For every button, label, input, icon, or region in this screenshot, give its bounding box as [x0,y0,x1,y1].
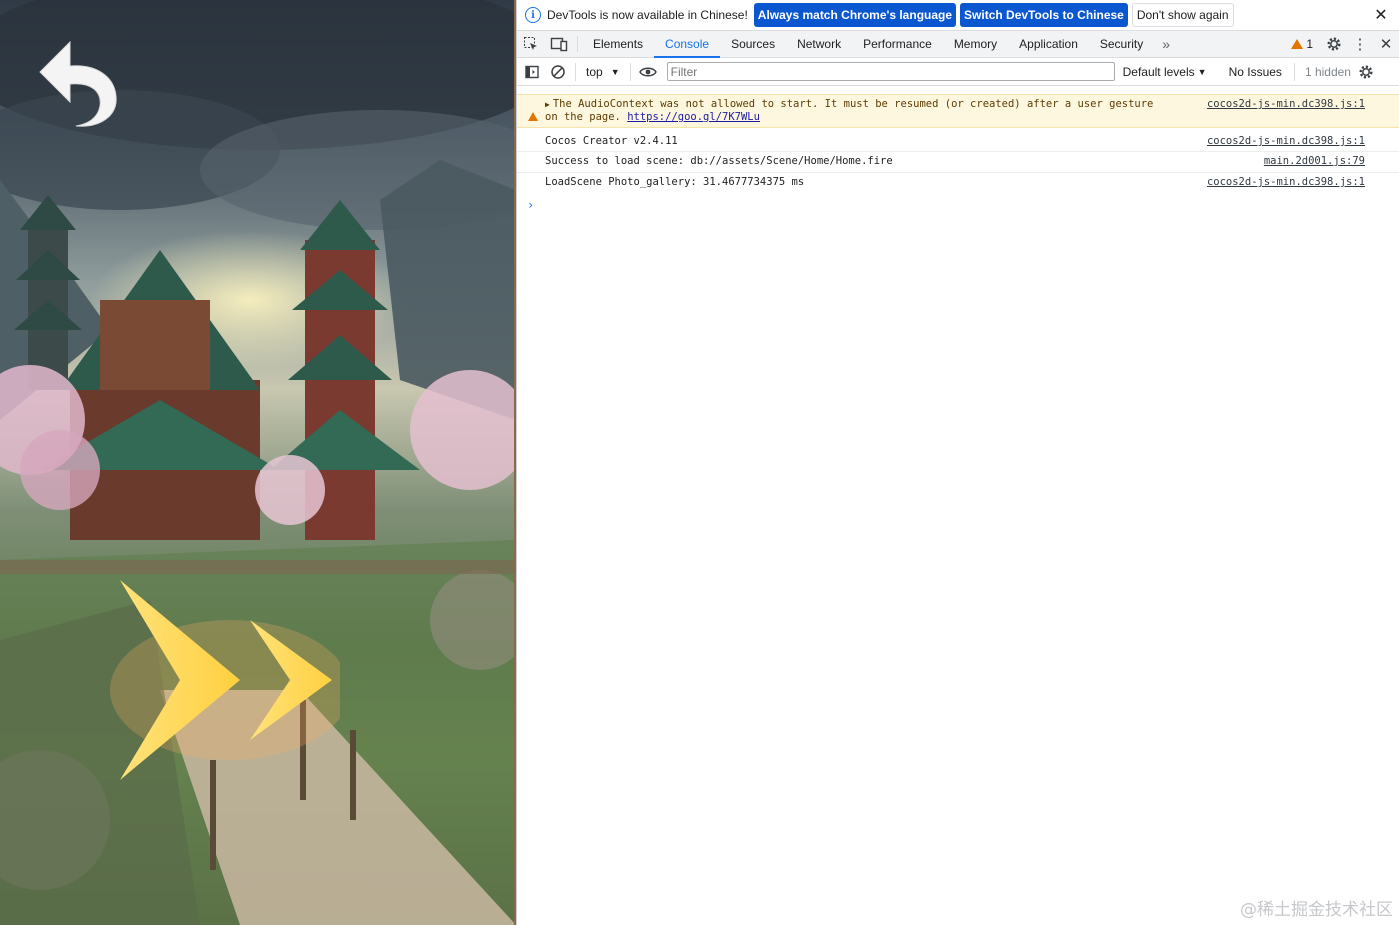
tab-network[interactable]: Network [786,31,852,57]
context-label: top [586,64,603,79]
tab-divider [577,36,578,52]
toolbar-divider [575,62,576,81]
message-source-link[interactable]: cocos2d-js-min.dc398.js:1 [1207,98,1391,124]
expand-triangle-icon[interactable]: ▶ [545,100,550,109]
message-source-link[interactable]: cocos2d-js-min.dc398.js:1 [1207,176,1391,191]
message-text: Success to load scene: db://assets/Scene… [545,155,893,167]
warning-count-badge[interactable]: 1 [1283,37,1321,51]
tab-sources[interactable]: Sources [720,31,786,57]
hidden-count: 1 hidden [1304,64,1351,79]
context-selector[interactable]: top ▼ [580,65,626,79]
console-message[interactable]: LoadScene Photo_gallery: 31.4677734375 m… [517,173,1399,194]
dont-show-again-button[interactable]: Don't show again [1131,3,1234,27]
console-message-warning[interactable]: ▶ The AudioContext was not allowed to sta… [517,94,1399,128]
log-levels-dropdown[interactable]: Default levels ▼ [1123,65,1207,79]
tab-elements[interactable]: Elements [582,31,654,57]
message-source-link[interactable]: main.2d001.js:79 [1264,155,1391,169]
device-toolbar-icon[interactable] [545,31,573,57]
message-text: LoadScene Photo_gallery: 31.4677734375 m… [545,176,805,188]
tab-list: Elements Console Sources Network Performance… [582,31,1154,58]
sidebar-toggle-icon[interactable] [519,59,545,85]
close-icon[interactable]: ✕ [1371,5,1391,25]
console-message[interactable]: Cocos Creator v2.4.11 cocos2d-js-min.dc3… [517,128,1399,152]
console-prompt[interactable]: › [517,194,1399,216]
message-text: Cocos Creator v2.4.11 [545,135,678,147]
console-settings-gear-icon[interactable] [1357,59,1375,85]
switch-to-chinese-button[interactable]: Switch DevTools to Chinese [960,3,1128,27]
more-tabs-icon[interactable]: » [1154,31,1178,57]
language-infobar: i DevTools is now available in Chinese! … [517,0,1399,31]
tab-memory[interactable]: Memory [943,31,1008,57]
message-link[interactable]: https://goo.gl/7K7WLu [627,111,760,123]
customize-menu-icon[interactable]: ⋮ [1347,35,1373,53]
double-chevron-right-icon[interactable] [110,580,340,780]
caret-down-icon: ▼ [610,66,620,77]
issues-button[interactable]: No Issues [1229,62,1295,81]
tab-security[interactable]: Security [1089,31,1154,57]
console-toolbar: top ▼ Default levels ▼ No Issues 1 hidde… [517,58,1399,86]
panel-tabbar: Elements Console Sources Network Performance… [517,31,1399,58]
scenery-illustration [0,0,516,925]
infobar-message: DevTools is now available in Chinese! [547,8,748,22]
tab-console[interactable]: Console [654,31,721,58]
message-text: ▶ The AudioContext was not allowed to sta… [545,98,1154,123]
tab-performance[interactable]: Performance [852,31,943,57]
warning-icon [1291,39,1304,49]
devtools-panel: i DevTools is now available in Chinese! … [516,0,1399,925]
toolbar-divider [629,62,631,81]
warning-icon [528,100,541,121]
eye-icon[interactable] [635,59,661,85]
undo-arrow-icon[interactable] [36,36,126,136]
inspect-element-icon[interactable] [517,31,545,57]
levels-label: Default levels [1122,64,1195,79]
settings-gear-icon[interactable] [1321,36,1347,52]
tab-application[interactable]: Application [1008,31,1089,57]
console-messages: ▶ The AudioContext was not allowed to sta… [517,86,1399,216]
filter-input[interactable] [666,62,1115,81]
console-message[interactable]: Success to load scene: db://assets/Scene… [517,152,1399,173]
message-source-link[interactable]: cocos2d-js-min.dc398.js:1 [1207,135,1391,148]
always-match-language-button[interactable]: Always match Chrome's language [753,3,957,27]
warning-count: 1 [1306,37,1313,51]
game-canvas[interactable] [0,0,516,925]
info-icon: i [525,7,541,23]
caret-down-icon: ▼ [1197,66,1207,77]
clear-console-icon[interactable] [545,59,571,85]
close-devtools-icon[interactable]: ✕ [1373,35,1399,53]
watermark: @稀土掘金技术社区 [1240,900,1393,920]
